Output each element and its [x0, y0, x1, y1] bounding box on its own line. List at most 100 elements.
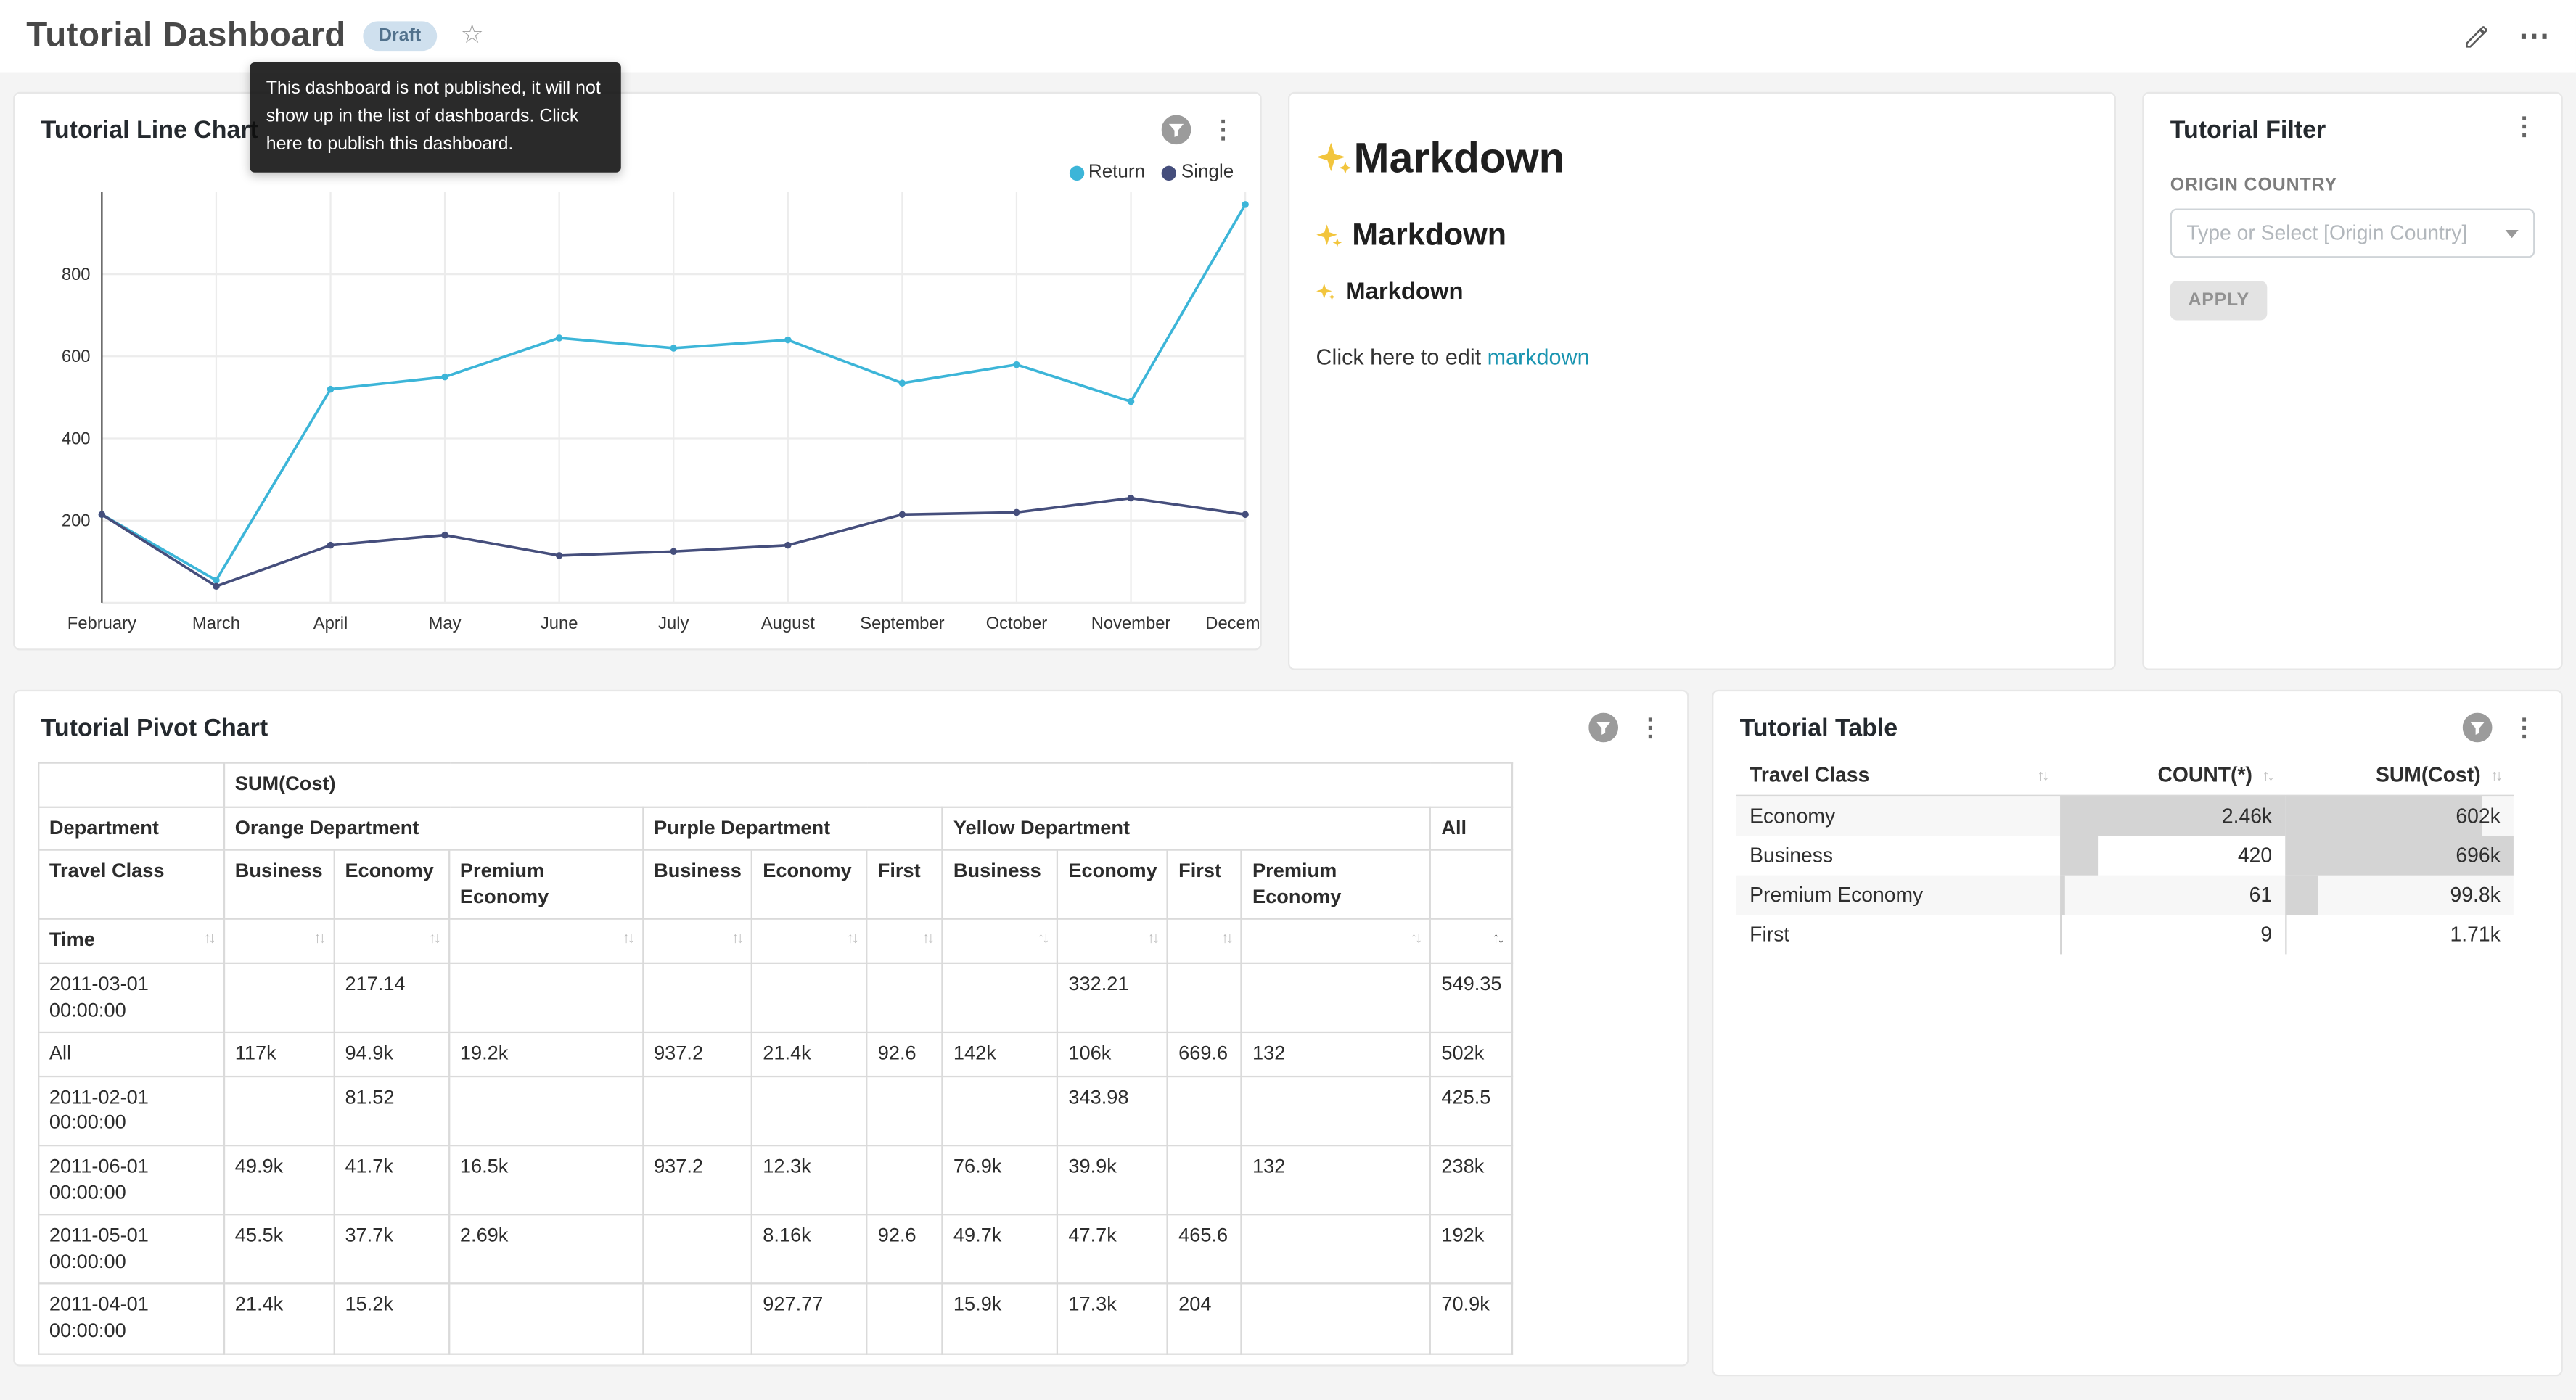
pivot-sort-cell[interactable]: ↑↓	[1431, 920, 1513, 963]
cell-travel-class: Economy	[1736, 796, 2060, 836]
sort-arrows-icon[interactable]: ↑↓	[429, 928, 439, 950]
cell-value: 61	[2249, 884, 2272, 907]
pivot-cell	[1242, 1215, 1430, 1285]
pivot-cell: 47.7k	[1058, 1215, 1168, 1285]
select-placeholder: Type or Select [Origin Country]	[2186, 222, 2505, 245]
markdown-edit-link[interactable]: markdown	[1488, 345, 1590, 369]
pivot-sort-cell[interactable]: ↑↓	[867, 920, 943, 963]
kebab-menu-icon[interactable]: ⋮	[2509, 715, 2540, 740]
sort-arrows-icon[interactable]: ↑↓	[922, 928, 932, 950]
pivot-subcolumn-header: Premium Economy	[1242, 850, 1430, 920]
pivot-subcolumn-header: Premium Economy	[449, 850, 643, 920]
edit-pencil-icon[interactable]	[2463, 22, 2490, 50]
pivot-sort-cell[interactable]: ↑↓	[1242, 920, 1430, 963]
status-badge[interactable]: Draft	[362, 21, 437, 51]
pivot-cell	[752, 1076, 867, 1145]
table-title: Tutorial Table	[1740, 713, 1898, 746]
apply-button[interactable]: APPLY	[2170, 281, 2268, 320]
pivot-cell: 142k	[943, 1032, 1057, 1076]
value-bar	[2060, 915, 2061, 954]
pivot-cell: 49.7k	[943, 1215, 1057, 1285]
sort-arrows-icon[interactable]: ↑↓	[623, 928, 633, 950]
sort-arrows-icon[interactable]: ↑↓	[1221, 928, 1231, 950]
pivot-row-label: All	[38, 1032, 224, 1076]
svg-text:October: October	[986, 614, 1048, 633]
column-header-sum-cost-[interactable]: SUM(Cost)↑↓	[2285, 755, 2514, 795]
sort-arrows-icon[interactable]: ↑↓	[1147, 928, 1157, 950]
pivot-row-label: 2011-06-01 00:00:00	[38, 1145, 224, 1215]
pivot-cell	[643, 1284, 752, 1354]
pivot-cell: 502k	[1431, 1032, 1513, 1076]
cell-count: 420	[2060, 836, 2285, 875]
svg-text:May: May	[429, 614, 462, 633]
sort-arrows-icon[interactable]: ↑↓	[731, 928, 742, 950]
kebab-menu-icon[interactable]: ⋮	[1635, 715, 1666, 740]
dashboard-page: Tutorial Dashboard Draft ☆ ⋯ This dashbo…	[0, 0, 2576, 1400]
markdown-heading-3: Markdown	[1316, 279, 2088, 305]
pivot-sort-cell[interactable]: ↑↓	[1168, 920, 1242, 963]
svg-text:June: June	[541, 614, 578, 633]
pivot-sort-cell[interactable]: ↑↓	[1058, 920, 1168, 963]
pivot-time-header[interactable]: ↑↓Time	[38, 920, 224, 963]
svg-text:August: August	[761, 614, 815, 633]
pivot-subcolumn-header: Business	[943, 850, 1057, 920]
pivot-cell: 204	[1168, 1284, 1242, 1354]
column-header-count-[interactable]: COUNT(*)↑↓	[2060, 755, 2285, 795]
card-tutorial-pivot-chart: Tutorial Pivot Chart ⋮ SUM(Cost)Departme…	[13, 690, 1689, 1367]
pivot-sort-cell[interactable]: ↑↓	[943, 920, 1057, 963]
sort-arrows-icon[interactable]: ↑↓	[1410, 928, 1420, 950]
filter-card-header: Tutorial Filter ⋮	[2144, 94, 2561, 148]
pivot-subcolumn-header: First	[867, 850, 943, 920]
pivot-cell: 94.9k	[335, 1032, 449, 1076]
pivot-cell: 37.7k	[335, 1215, 449, 1285]
sort-arrows-icon[interactable]: ↑↓	[2263, 765, 2273, 786]
pivot-sort-cell[interactable]: ↑↓	[643, 920, 752, 963]
page-title[interactable]: Tutorial Dashboard	[26, 17, 345, 56]
sort-arrows-icon[interactable]: ↑↓	[847, 928, 857, 950]
cell-travel-class: First	[1736, 915, 2060, 954]
cell-value: 1.71k	[2450, 923, 2501, 946]
filter-funnel-circle-icon[interactable]	[2463, 713, 2493, 743]
filter-funnel-circle-icon[interactable]	[1588, 713, 1618, 743]
cell-value: 420	[2238, 844, 2272, 868]
sort-arrows-icon[interactable]: ↑↓	[1037, 928, 1047, 950]
sort-arrows-icon[interactable]: ↑↓	[2490, 765, 2501, 786]
svg-text:600: 600	[62, 347, 91, 366]
pivot-row: 2011-05-01 00:00:0045.5k37.7k2.69k8.16k9…	[38, 1215, 1513, 1285]
pivot-sort-cell[interactable]: ↑↓	[224, 920, 335, 963]
sparkles-icon	[1316, 223, 1342, 250]
markdown-heading-text: Markdown	[1354, 133, 1565, 184]
header-actions: ⋯	[2463, 20, 2550, 52]
pivot-sort-cell[interactable]: ↑↓	[449, 920, 643, 963]
markdown-heading-text: Markdown	[1345, 279, 1463, 305]
pivot-row-label: 2011-05-01 00:00:00	[38, 1215, 224, 1285]
pivot-cell: 8.16k	[752, 1215, 867, 1285]
sort-arrows-icon[interactable]: ↑↓	[2037, 765, 2047, 786]
sort-arrows-icon[interactable]: ↑↓	[204, 928, 214, 950]
star-outline-icon[interactable]: ☆	[460, 23, 483, 49]
pivot-cell: 937.2	[643, 1032, 752, 1076]
table-card-header: Tutorial Table ⋮	[1713, 691, 2561, 746]
pivot-cell: 19.2k	[449, 1032, 643, 1076]
markdown-paragraph: Click here to edit markdown	[1316, 345, 2088, 369]
pivot-cell: 217.14	[335, 963, 449, 1033]
pivot-cell: 70.9k	[1431, 1284, 1513, 1354]
origin-country-select[interactable]: Type or Select [Origin Country]	[2170, 209, 2535, 258]
pivot-cell: 41.7k	[335, 1145, 449, 1215]
pivot-sort-cell[interactable]: ↑↓	[752, 920, 867, 963]
svg-text:March: March	[192, 614, 240, 633]
pivot-row: 2011-04-01 00:00:0021.4k15.2k927.7715.9k…	[38, 1284, 1513, 1354]
pivot-row-label: 2011-02-01 00:00:00	[38, 1076, 224, 1145]
sort-arrows-icon[interactable]: ↑↓	[313, 928, 324, 950]
sort-arrows-icon-sorted[interactable]: ↑↓	[1493, 928, 1503, 950]
kebab-menu-icon[interactable]: ⋮	[2509, 115, 2540, 139]
column-header-travel-class[interactable]: Travel Class↑↓	[1736, 755, 2060, 795]
cell-sum: 696k	[2285, 836, 2514, 875]
table-row: First91.71k	[1736, 915, 2514, 954]
pivot-subcolumn-header: Business	[643, 850, 752, 920]
pivot-cell	[867, 1284, 943, 1354]
ellipsis-menu-icon[interactable]: ⋯	[2519, 20, 2550, 52]
pivot-row: 2011-02-01 00:00:0081.52343.98425.5	[38, 1076, 1513, 1145]
pivot-cell	[643, 1215, 752, 1285]
pivot-sort-cell[interactable]: ↑↓	[335, 920, 449, 963]
